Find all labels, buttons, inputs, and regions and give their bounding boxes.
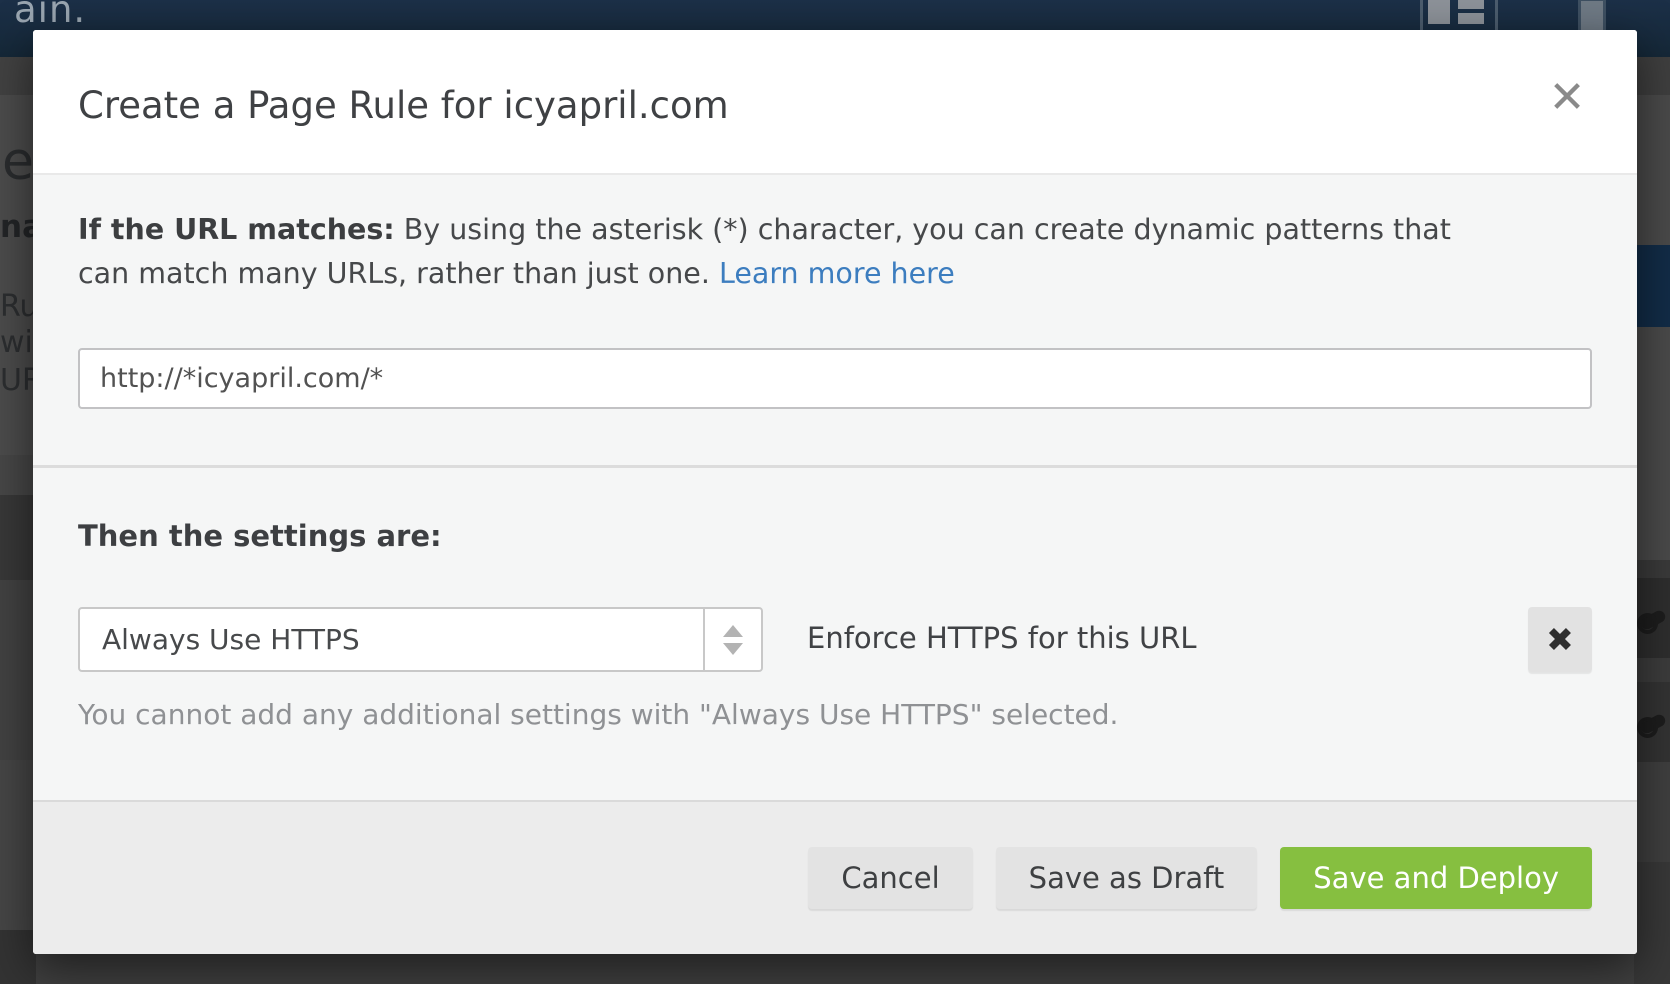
- background-blue-button-fragment: [1634, 245, 1670, 327]
- setting-select[interactable]: Always Use HTTPS: [78, 607, 763, 672]
- chevron-up-icon: [723, 625, 743, 637]
- background-left-sliver: e nav Ru will UR: [0, 57, 36, 984]
- setting-select-value: Always Use HTTPS: [102, 623, 360, 656]
- section-divider: [33, 465, 1637, 468]
- remove-setting-button[interactable]: ✖: [1528, 607, 1592, 672]
- cancel-button[interactable]: Cancel: [808, 847, 972, 909]
- save-as-draft-button[interactable]: Save as Draft: [996, 847, 1258, 909]
- wrench-icon: [1639, 713, 1668, 736]
- modal-header: Create a Page Rule for icyapril.com ✕: [33, 30, 1637, 175]
- url-match-description: If the URL matches: By using the asteris…: [78, 208, 1478, 296]
- learn-more-link[interactable]: Learn more here: [719, 257, 955, 290]
- setting-row: Always Use HTTPS Enforce HTTPS for this …: [78, 607, 1592, 672]
- url-pattern-input[interactable]: [78, 348, 1592, 409]
- screen: ain. e nav Ru will UR Create a Page Rule…: [0, 0, 1670, 984]
- background-bottom-sliver: [36, 954, 1634, 984]
- background-clipped-text: e: [2, 132, 34, 192]
- modal-footer: Cancel Save as Draft Save and Deploy: [33, 800, 1637, 954]
- url-match-label: If the URL matches:: [78, 213, 395, 246]
- save-and-deploy-button[interactable]: Save and Deploy: [1280, 847, 1592, 909]
- modal-body: If the URL matches: By using the asteris…: [33, 175, 1637, 800]
- select-arrows-icon: [703, 609, 761, 670]
- modal-title: Create a Page Rule for icyapril.com: [78, 84, 729, 127]
- panel-icon: [1578, 0, 1606, 34]
- setting-restriction-note: You cannot add any additional settings w…: [78, 698, 1592, 731]
- create-page-rule-modal: Create a Page Rule for icyapril.com ✕ If…: [33, 30, 1637, 954]
- background-right-sliver: [1634, 57, 1670, 984]
- setting-description: Enforce HTTPS for this URL: [807, 621, 1197, 655]
- close-icon[interactable]: ✕: [1539, 70, 1595, 126]
- chevron-down-icon: [723, 643, 743, 655]
- background-clipped-text: ain.: [14, 0, 86, 31]
- settings-heading: Then the settings are:: [78, 519, 1592, 553]
- wrench-icon: [1639, 609, 1668, 632]
- grid-layout-icon: [1412, 0, 1488, 28]
